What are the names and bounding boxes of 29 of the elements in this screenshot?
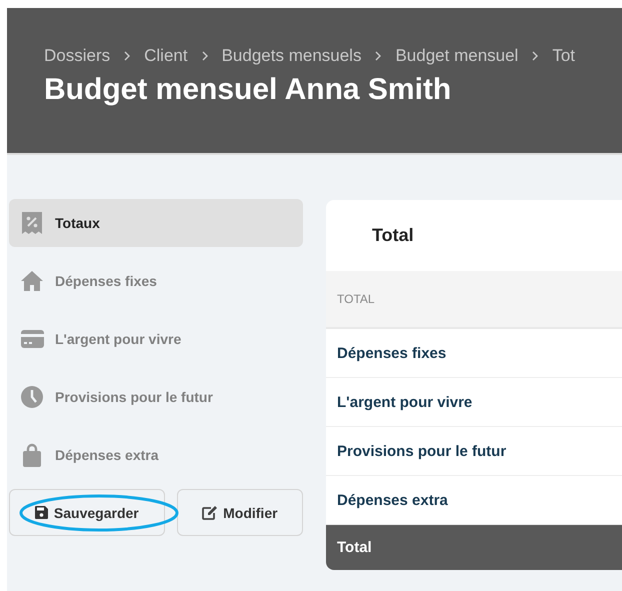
sidebar-item[interactable]: Dépenses extra bbox=[9, 431, 303, 479]
credit-card-icon bbox=[20, 330, 44, 348]
sidebar-item[interactable]: L'argent pour vivre bbox=[9, 315, 303, 363]
sidebar-item[interactable]: Provisions pour le futur bbox=[9, 373, 303, 421]
page-title: Budget mensuel Anna Smith bbox=[44, 73, 452, 107]
breadcrumb-link[interactable]: Client bbox=[144, 46, 188, 66]
sidebar-item[interactable]: Dépenses fixes bbox=[9, 257, 303, 305]
table-cell: Dépenses fixes bbox=[337, 344, 446, 362]
table-cell: Provisions pour le futur bbox=[337, 442, 506, 460]
column-header: TOTAL bbox=[337, 292, 375, 306]
chevron-icon bbox=[202, 51, 208, 61]
chevron-icon bbox=[375, 51, 382, 61]
clock-icon bbox=[21, 386, 43, 408]
edit-button[interactable]: Modifier bbox=[176, 489, 303, 536]
breadcrumb-link[interactable]: Budgets mensuels bbox=[222, 46, 362, 66]
breadcrumb-link[interactable]: Tot bbox=[552, 46, 576, 66]
sidebar-item[interactable]: Totaux bbox=[9, 199, 303, 247]
edit-icon bbox=[202, 506, 218, 520]
table-cell: L'argent pour vivre bbox=[337, 394, 472, 410]
table-cell: Dépenses extra bbox=[337, 492, 448, 508]
shopping-bag-icon bbox=[22, 443, 42, 467]
breadcrumb-link[interactable]: Dossiers bbox=[44, 46, 110, 66]
chevron-icon bbox=[124, 51, 130, 61]
receipt-icon bbox=[21, 211, 43, 235]
house-icon bbox=[20, 270, 44, 292]
total-cell: Total bbox=[337, 539, 372, 556]
chevron-icon bbox=[532, 51, 538, 61]
card-title: Total bbox=[372, 225, 414, 246]
breadcrumb-link[interactable]: Budget mensuel bbox=[395, 46, 518, 66]
